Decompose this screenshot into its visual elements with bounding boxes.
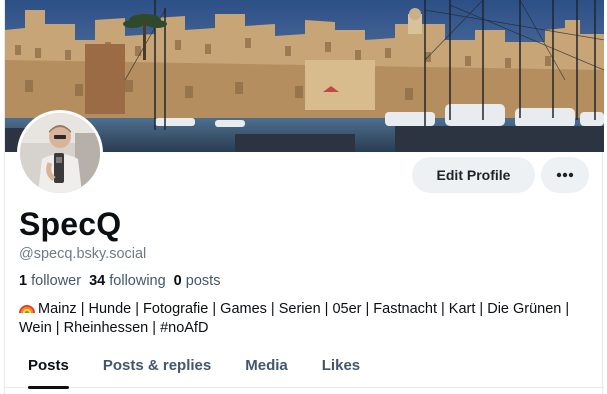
profile-tabs: Posts Posts & replies Media Likes: [5, 346, 604, 389]
profile-handle: @specq.bsky.social: [19, 246, 147, 262]
posts-count: 0: [173, 273, 182, 289]
profile-bio: Mainz | Hunde | Fotografie | Games | Ser…: [19, 300, 579, 338]
tab-posts[interactable]: Posts: [15, 346, 82, 389]
profile-page: Edit Profile SpecQ @specq.bsky.social 1 …: [4, 0, 604, 394]
profile-stats: 1 follower 34 following 0 posts: [19, 273, 228, 289]
followers-link[interactable]: 1 follower: [19, 273, 81, 289]
edit-profile-button[interactable]: Edit Profile: [412, 157, 535, 193]
posts-label: posts: [185, 273, 221, 289]
following-label: following: [109, 273, 166, 289]
following-count: 34: [89, 273, 106, 289]
following-link[interactable]: 34 following: [89, 273, 166, 289]
tab-posts-and-replies[interactable]: Posts & replies: [90, 346, 224, 388]
rainbow-icon: [19, 305, 35, 314]
avatar[interactable]: [17, 110, 103, 196]
tab-likes[interactable]: Likes: [309, 346, 373, 388]
more-options-button[interactable]: [541, 157, 589, 193]
posts-stat: 0 posts: [174, 273, 221, 289]
more-horizontal-icon: [556, 172, 574, 178]
tab-media[interactable]: Media: [232, 346, 301, 388]
followers-label: follower: [31, 273, 82, 289]
bio-text: Mainz | Hunde | Fotografie | Games | Ser…: [19, 301, 570, 336]
avatar-photo: [20, 113, 100, 193]
display-name: SpecQ: [19, 206, 122, 242]
followers-count: 1: [19, 273, 28, 289]
